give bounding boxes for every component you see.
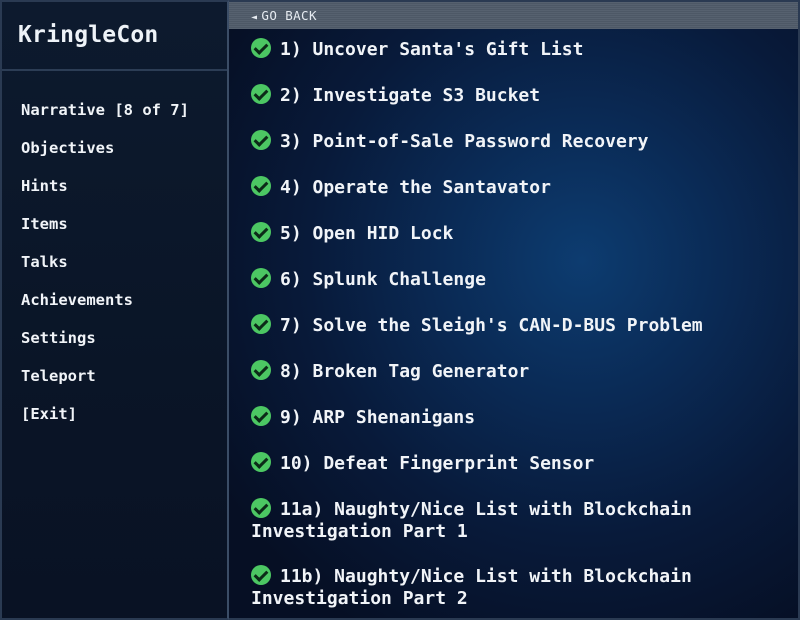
app-title: KringleCon	[2, 2, 227, 71]
green-check-icon	[251, 360, 271, 380]
sidebar-menu: Narrative [8 of 7] Objectives Hints Item…	[2, 71, 227, 438]
green-check-icon	[251, 130, 271, 150]
green-check-icon	[251, 406, 271, 426]
objective-label: 11a) Naughty/Nice List with Blockchain I…	[251, 499, 692, 542]
green-check-icon	[251, 565, 271, 585]
objective-label: 7) Solve the Sleigh's CAN-D-BUS Problem	[280, 315, 703, 336]
objective-label: 3) Point-of-Sale Password Recovery	[280, 131, 649, 152]
sidebar-item-items[interactable]: Items	[2, 210, 227, 248]
objective-item[interactable]: 7) Solve the Sleigh's CAN-D-BUS Problem	[251, 314, 776, 337]
objective-item[interactable]: 11b) Naughty/Nice List with Blockchain I…	[251, 565, 776, 610]
objective-item[interactable]: 2) Investigate S3 Bucket	[251, 84, 776, 107]
objective-item[interactable]: 9) ARP Shenanigans	[251, 406, 776, 429]
objective-item[interactable]: 4) Operate the Santavator	[251, 176, 776, 199]
app-window: KringleCon Narrative [8 of 7] Objectives…	[0, 0, 800, 620]
green-check-icon	[251, 38, 271, 58]
objective-item[interactable]: 1) Uncover Santa's Gift List	[251, 38, 776, 61]
objective-label: 11b) Naughty/Nice List with Blockchain I…	[251, 566, 692, 609]
green-check-icon	[251, 452, 271, 472]
objective-label: 1) Uncover Santa's Gift List	[280, 39, 584, 60]
objective-item[interactable]: 11a) Naughty/Nice List with Blockchain I…	[251, 498, 776, 543]
green-check-icon	[251, 314, 271, 334]
objective-label: 5) Open HID Lock	[280, 223, 454, 244]
sidebar-item-hints[interactable]: Hints	[2, 172, 227, 210]
objective-item[interactable]: 8) Broken Tag Generator	[251, 360, 776, 383]
sidebar: KringleCon Narrative [8 of 7] Objectives…	[0, 0, 229, 620]
green-check-icon	[251, 84, 271, 104]
green-check-icon	[251, 268, 271, 288]
objective-item[interactable]: 3) Point-of-Sale Password Recovery	[251, 130, 776, 153]
objective-item[interactable]: 5) Open HID Lock	[251, 222, 776, 245]
objectives-list: 1) Uncover Santa's Gift List 2) Investig…	[229, 29, 798, 610]
sidebar-item-exit[interactable]: [Exit]	[2, 400, 227, 438]
green-check-icon	[251, 176, 271, 196]
objective-label: 2) Investigate S3 Bucket	[280, 85, 541, 106]
objective-label: 4) Operate the Santavator	[280, 177, 551, 198]
go-back-label: GO BACK	[261, 8, 317, 23]
sidebar-item-objectives[interactable]: Objectives	[2, 134, 227, 172]
sidebar-item-talks[interactable]: Talks	[2, 248, 227, 286]
objective-label: 8) Broken Tag Generator	[280, 361, 530, 382]
go-back-button[interactable]: ◄ GO BACK	[229, 2, 798, 29]
sidebar-item-achievements[interactable]: Achievements	[2, 286, 227, 324]
objective-item[interactable]: 6) Splunk Challenge	[251, 268, 776, 291]
objective-label: 6) Splunk Challenge	[280, 269, 486, 290]
objective-label: 10) Defeat Fingerprint Sensor	[280, 453, 595, 474]
objectives-panel: ◄ GO BACK 1) Uncover Santa's Gift List 2)…	[229, 0, 800, 620]
green-check-icon	[251, 498, 271, 518]
sidebar-item-narrative[interactable]: Narrative [8 of 7]	[2, 96, 227, 134]
objective-label: 9) ARP Shenanigans	[280, 407, 476, 428]
sidebar-item-teleport[interactable]: Teleport	[2, 362, 227, 400]
triangle-left-icon: ◄	[251, 12, 258, 23]
objective-item[interactable]: 10) Defeat Fingerprint Sensor	[251, 452, 776, 475]
sidebar-item-settings[interactable]: Settings	[2, 324, 227, 362]
green-check-icon	[251, 222, 271, 242]
